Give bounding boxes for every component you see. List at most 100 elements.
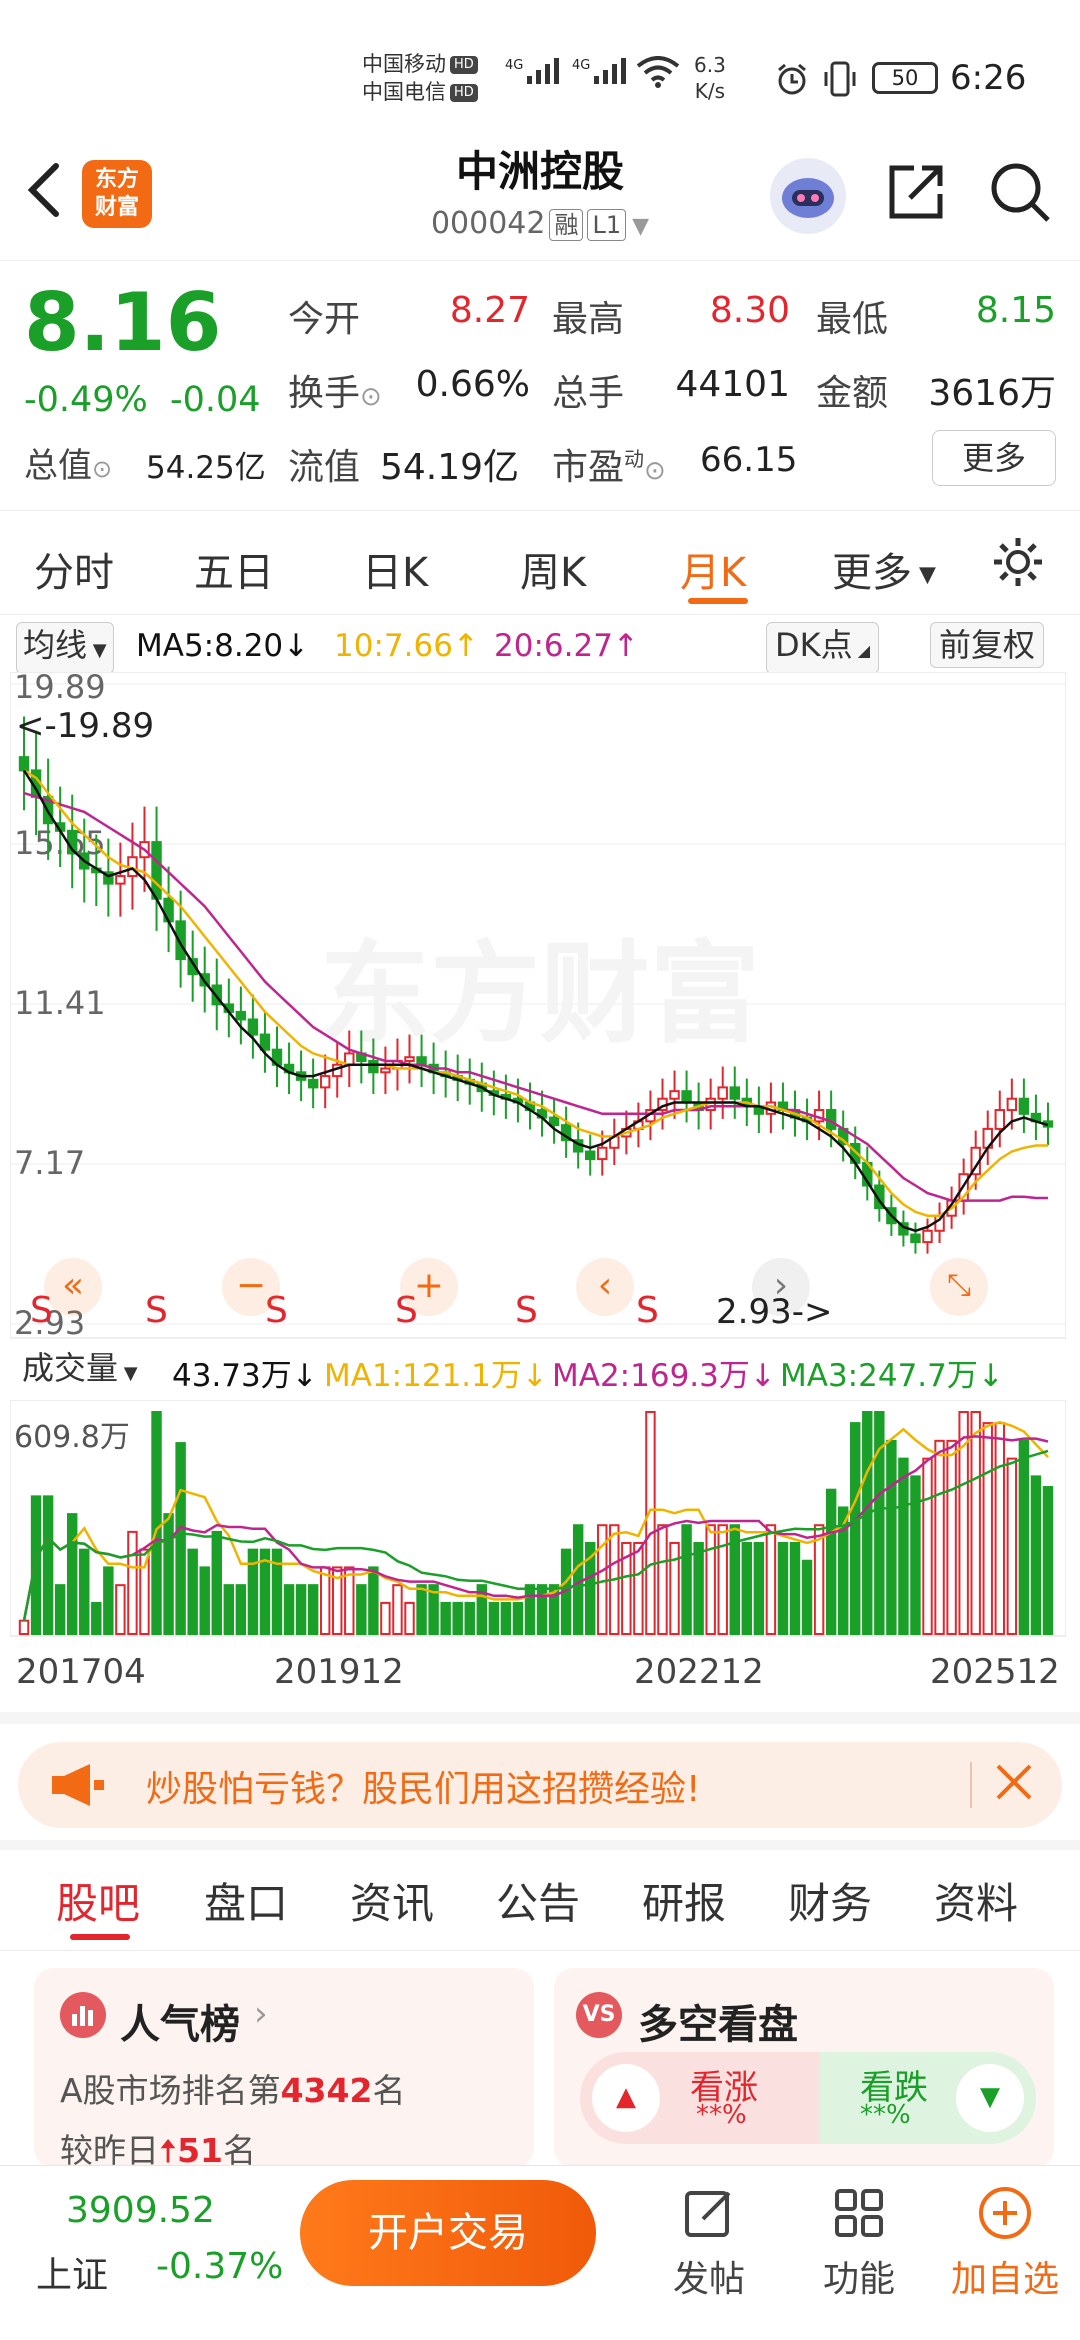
open-label: 今开 <box>288 299 361 340</box>
float-cap-value: 54.19亿 <box>380 447 520 488</box>
index-change[interactable]: -0.37% <box>156 2246 283 2287</box>
promo-banner[interactable]: 炒股怕亏钱？股民们用这招攒经验! <box>18 1742 1062 1828</box>
volume-bar <box>1018 1439 1030 1635</box>
volume-bar <box>187 1548 198 1635</box>
scroll-start-icon[interactable]: « <box>44 1258 102 1316</box>
sell-marker: S <box>636 1290 659 1331</box>
volume-value: 43.73万↓ <box>172 1358 318 1394</box>
price-tick: 11.41 <box>14 984 106 1022</box>
function-button[interactable]: 功能 <box>814 2185 904 2302</box>
dk-point-button[interactable]: DK点 ◢ <box>766 622 880 674</box>
volume-bar <box>1030 1475 1042 1635</box>
candle-body <box>380 1067 391 1074</box>
search-icon[interactable] <box>988 160 1052 228</box>
vol-ma2: MA2:169.3万↓ <box>552 1358 776 1394</box>
tab-news[interactable]: 资讯 <box>350 1870 434 1931</box>
volume-bar <box>862 1411 873 1635</box>
tab-guba[interactable]: 股吧 <box>56 1870 140 1931</box>
tab-finance[interactable]: 财务 <box>788 1870 872 1931</box>
candle-body <box>259 1033 271 1051</box>
volume-bar <box>512 1601 524 1635</box>
date-tick: 202512 <box>930 1652 1060 1692</box>
add-watchlist-button[interactable]: 加自选 <box>950 2185 1060 2302</box>
volume-bar <box>18 1619 30 1635</box>
volume-bar <box>368 1566 379 1635</box>
tab-weekly-k[interactable]: 周K <box>520 540 586 598</box>
volume-bar <box>163 1513 174 1635</box>
turnover-label: 换手⊙ <box>288 373 382 414</box>
volume-chart[interactable] <box>10 1400 1066 1638</box>
volume-bar <box>825 1488 837 1635</box>
info-icon[interactable]: ⊙ <box>644 456 666 486</box>
bear-button[interactable]: 看跌 **% ▼ <box>820 2052 1036 2144</box>
plus-circle-icon <box>979 2187 1031 2239</box>
index-name[interactable]: 上证 <box>36 2246 108 2298</box>
arrow-down-icon: ▼ <box>956 2064 1024 2132</box>
date-tick: 201912 <box>274 1652 404 1692</box>
volume-bar <box>934 1439 945 1635</box>
candle-body <box>994 1109 1006 1130</box>
volume-bar <box>344 1566 355 1635</box>
tab-announcements[interactable]: 公告 <box>496 1870 580 1931</box>
assistant-robot-icon[interactable] <box>770 158 846 234</box>
more-button[interactable]: 更多 <box>932 430 1056 486</box>
volume-bar <box>753 1541 765 1635</box>
scroll-left-icon[interactable]: ‹ <box>576 1258 634 1316</box>
candle-body <box>910 1233 921 1244</box>
volume-bar <box>633 1541 644 1635</box>
volume-bar <box>524 1584 536 1636</box>
edit-icon <box>685 2191 731 2237</box>
volume-selector[interactable]: 成交量 ▼ <box>16 1346 144 1396</box>
zoom-out-icon[interactable]: − <box>222 1258 280 1316</box>
tab-timeshare[interactable]: 分时 <box>34 540 114 598</box>
arrow-up-icon: ▲ <box>592 2064 660 2132</box>
tab-monthly-k[interactable]: 月K <box>680 540 746 598</box>
tab-pankou[interactable]: 盘口 <box>204 1870 288 1931</box>
tab-five-day[interactable]: 五日 <box>194 540 274 598</box>
settings-gear-icon[interactable] <box>990 534 1046 594</box>
candle-body <box>404 1056 415 1062</box>
volume-bar <box>283 1584 295 1636</box>
carrier-info: 中国移动 HD 中国电信 HD <box>362 50 478 106</box>
float-cap-label: 流值 <box>288 447 361 488</box>
post-button[interactable]: 发帖 <box>664 2185 754 2302</box>
zoom-in-icon[interactable]: + <box>400 1258 458 1316</box>
index-value[interactable]: 3909.52 <box>66 2190 215 2231</box>
volume-label: 总手 <box>552 373 625 414</box>
volume-bar <box>681 1524 692 1635</box>
tab-profile[interactable]: 资料 <box>934 1870 1018 1931</box>
ma-selector[interactable]: 均线 ▼ <box>16 622 114 674</box>
fullscreen-icon[interactable]: ⤡ <box>930 1258 988 1316</box>
sentiment-card: VS 多空看盘 ▲ 看涨 **% 看跌 **% ▼ <box>554 1968 1054 2168</box>
trade-button[interactable]: 开户交易 <box>300 2180 596 2286</box>
volume-bar <box>536 1584 548 1636</box>
volume-bar <box>717 1524 728 1635</box>
share-icon[interactable] <box>884 160 948 228</box>
pe-label: 市盈动⊙ <box>552 447 666 488</box>
bull-button[interactable]: ▲ 看涨 **% <box>580 2052 820 2144</box>
tab-more[interactable]: 更多 ▼ <box>832 540 936 598</box>
tab-research[interactable]: 研报 <box>642 1870 726 1931</box>
volume-bar <box>79 1548 90 1635</box>
chevron-down-icon: ▼ <box>632 214 650 239</box>
info-icon[interactable]: ⊙ <box>92 455 112 483</box>
tab-daily-k[interactable]: 日K <box>362 540 428 598</box>
close-icon[interactable] <box>990 1758 1038 1810</box>
info-icon[interactable]: ⊙ <box>360 382 382 412</box>
volume-bar <box>211 1530 222 1636</box>
volume-bar <box>1006 1457 1018 1636</box>
signal-icon: 4G <box>505 58 560 84</box>
candlestick-chart[interactable]: 东方财富 19.8915.6511.417.172.93 <box>10 672 1066 1340</box>
bar-chart-icon <box>60 1992 106 2038</box>
market-cap-label: 总值⊙ <box>24 446 113 486</box>
volume-bar <box>669 1541 680 1635</box>
popularity-card[interactable]: 人气榜 › A股市场排名第4342名 较昨日🠅51名 <box>34 1968 534 2170</box>
pe-value: 66.15 <box>700 440 798 480</box>
vol-ma1: MA1:121.1万↓ <box>324 1358 548 1394</box>
volume-bar <box>898 1457 909 1636</box>
adjust-button[interactable]: 前复权 <box>930 622 1045 668</box>
clock: 6:26 <box>950 58 1027 98</box>
volume-bar <box>199 1566 210 1635</box>
scroll-right-icon[interactable]: › <box>752 1258 810 1316</box>
alarm-icon <box>775 62 809 100</box>
